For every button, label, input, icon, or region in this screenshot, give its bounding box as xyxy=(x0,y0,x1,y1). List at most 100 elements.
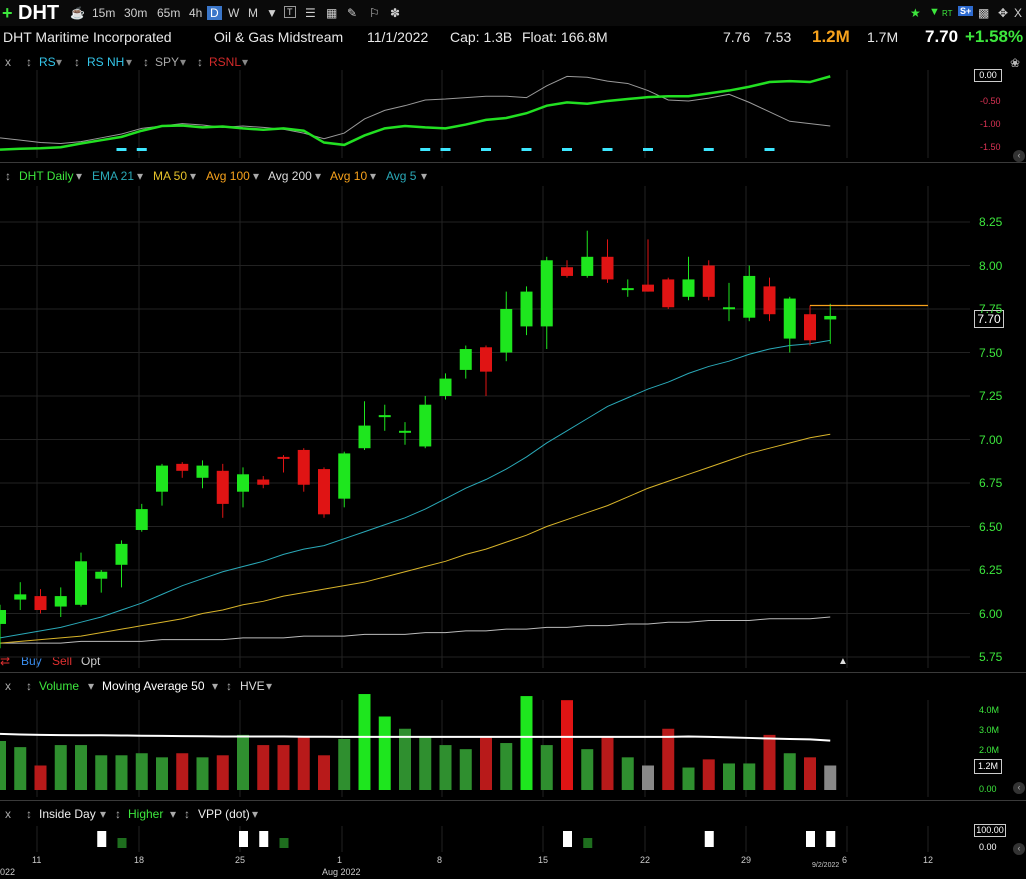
candle-body xyxy=(804,314,816,341)
volume-bar xyxy=(419,736,432,790)
candle-body xyxy=(662,279,675,308)
rs-nh-mark xyxy=(602,148,613,151)
x-tick: 15 xyxy=(538,855,549,865)
volume-bar xyxy=(54,745,67,790)
volume-bar xyxy=(95,755,108,790)
rs-nh-mark xyxy=(440,148,451,151)
x-tick: 12 xyxy=(923,855,934,865)
inside-day-mark xyxy=(563,831,572,847)
ma50-line xyxy=(0,433,831,644)
volume-bar xyxy=(480,736,492,790)
volume-bar xyxy=(338,738,351,790)
candle-body xyxy=(702,265,715,297)
candle-body xyxy=(500,309,513,353)
candle-body xyxy=(723,307,735,310)
volume-bar xyxy=(378,716,391,790)
ma200-line xyxy=(0,616,831,644)
chevron-left-icon[interactable]: ‹ xyxy=(1013,150,1025,162)
rs-nh-mark xyxy=(420,148,431,151)
candle-body xyxy=(540,260,553,327)
volume-bar xyxy=(0,741,6,790)
higher-mark xyxy=(583,838,593,848)
volume-bar xyxy=(135,753,148,790)
inside-day-mark xyxy=(826,831,836,847)
rs-nh-mark xyxy=(703,148,714,151)
volume-bar xyxy=(824,765,837,790)
chevron-left-icon[interactable]: ‹ xyxy=(1013,843,1025,855)
candle-body xyxy=(561,267,573,276)
volume-bar xyxy=(581,749,594,790)
volume-bar xyxy=(176,753,189,790)
volume-ma-line xyxy=(0,732,831,742)
volume-bar xyxy=(34,765,47,790)
volume-bar xyxy=(297,736,310,790)
candle-body xyxy=(277,456,290,459)
x-tick: 22 xyxy=(640,855,651,865)
candle-body xyxy=(156,465,168,492)
candle-body xyxy=(196,465,209,478)
x-tick: 1 xyxy=(337,855,343,865)
inside-day-mark xyxy=(239,831,248,847)
volume-bar xyxy=(358,694,371,790)
month-label: Aug 2022 xyxy=(322,867,361,877)
rs-nh-mark xyxy=(136,148,147,151)
volume-bar xyxy=(561,700,573,790)
higher-mark xyxy=(279,838,289,848)
volume-bar xyxy=(783,753,796,790)
volume-bar xyxy=(743,763,756,790)
rs-line xyxy=(0,75,831,151)
volume-bar xyxy=(642,765,654,790)
volume-bar xyxy=(601,736,614,790)
rs-nh-mark xyxy=(764,148,775,151)
rs-nh-mark xyxy=(562,148,572,151)
candle-body xyxy=(783,298,796,339)
candle-body xyxy=(338,453,351,499)
volume-bar xyxy=(723,763,735,790)
volume-bar xyxy=(763,734,776,790)
candle-body xyxy=(176,463,189,471)
inside-day-mark xyxy=(97,831,107,847)
candle-body xyxy=(378,415,391,418)
volume-bar xyxy=(702,759,715,790)
volume-bar xyxy=(277,745,290,790)
ema21-line xyxy=(0,339,831,639)
candle-body xyxy=(95,571,108,579)
candle-body xyxy=(54,596,67,607)
candle-body xyxy=(297,449,310,485)
volume-bar xyxy=(237,734,249,790)
volume-bar xyxy=(540,745,553,790)
x-tick: 6 xyxy=(842,855,848,865)
candle-body xyxy=(520,291,533,327)
x-tick: 8 xyxy=(437,855,443,865)
candle-body xyxy=(115,543,128,565)
chevron-left-icon[interactable]: ‹ xyxy=(1013,782,1025,794)
volume-bar xyxy=(115,755,128,790)
inside-day-mark xyxy=(806,831,815,847)
rs-nh-mark xyxy=(116,148,127,151)
candle-body xyxy=(0,610,6,624)
rs-nh-mark xyxy=(481,148,491,151)
candle-body xyxy=(318,469,330,515)
volume-bar xyxy=(500,743,513,790)
x-tick: 29 xyxy=(741,855,752,865)
candle-body xyxy=(601,256,614,280)
volume-bar xyxy=(439,745,452,790)
volume-bar xyxy=(318,755,330,790)
inside-day-mark xyxy=(259,831,269,847)
candle-body xyxy=(439,378,452,396)
candle-body xyxy=(419,404,432,447)
candle-body xyxy=(216,470,229,504)
spy-line xyxy=(0,75,831,144)
candle-body xyxy=(358,425,371,449)
candle-body xyxy=(581,256,594,276)
year-label: 022 xyxy=(0,867,16,877)
cursor-date: 9/2/2022 xyxy=(812,862,840,869)
volume-bar xyxy=(621,757,634,790)
candle-body xyxy=(75,561,87,605)
x-tick: 11 xyxy=(32,855,42,865)
rs-nh-mark xyxy=(521,148,532,151)
candle-body xyxy=(237,474,249,492)
chart-canvas[interactable] xyxy=(0,0,1026,879)
candle-body xyxy=(763,286,776,315)
candle-body xyxy=(135,509,148,530)
